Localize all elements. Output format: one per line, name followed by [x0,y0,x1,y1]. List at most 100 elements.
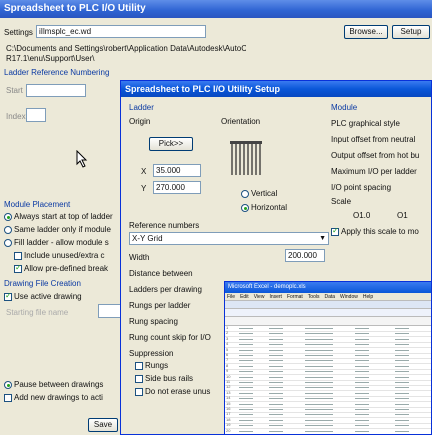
excel-cell-mark [305,360,333,362]
excel-menu-item[interactable]: Edit [240,294,249,300]
allow-predefined-checkbox[interactable]: Allow pre-defined break [14,263,108,273]
excel-cell-mark [355,371,369,373]
rungs-checkbox[interactable]: Rungs [135,361,168,370]
excel-title: Microsoft Excel - demoplc.xls [225,282,431,293]
excel-cell-mark [395,328,409,329]
ladder-section-label: Ladder [129,103,154,112]
excel-menu-item[interactable]: Format [287,294,303,300]
browse-button[interactable]: Browse... [344,25,388,39]
excel-cell-mark [395,382,409,383]
rung-spacing-label: Rung spacing [129,317,178,326]
index-input[interactable] [26,108,46,122]
excel-menu-item[interactable]: File [227,294,235,300]
excel-cell-mark [239,382,253,383]
excel-menu-item[interactable]: Tools [308,294,320,300]
excel-cell-mark [305,338,333,340]
excel-cell-mark [239,360,253,362]
width-input[interactable]: 200.000 [285,249,325,262]
excel-row-number: 9 [226,368,229,374]
settings-label: Settings [4,28,33,37]
excel-cell-mark [269,333,283,335]
scale-option-2[interactable]: O1 [397,211,408,220]
excel-cell-mark [269,387,283,389]
include-unused-checkbox[interactable]: Include unused/extra c [14,251,105,260]
excel-cell-mark [395,387,409,389]
excel-cell-mark [395,349,409,351]
use-active-checkbox[interactable]: Use active drawing [4,291,82,301]
pause-between-radio[interactable]: Pause between drawings [4,380,103,389]
excel-menu-item[interactable]: Insert [269,294,282,300]
ladder-ref-group-label: Ladder Reference Numbering [4,68,110,77]
excel-cell-mark [305,409,333,410]
excel-cell-mark [269,392,283,394]
settings-path-line1: C:\Documents and Settings\robert\Applica… [6,44,246,53]
excel-row[interactable]: 20 [225,428,431,434]
max-io-label: Maximum I/O per ladder [331,167,417,176]
excel-row-number: 8 [226,362,229,368]
excel-cell-mark [355,425,369,427]
excel-menu-item[interactable]: View [254,294,265,300]
radio-icon [4,212,12,221]
excel-cell-mark [395,338,409,340]
excel-cell-mark [269,403,283,405]
excel-cell-mark [239,365,253,367]
placement-option-1[interactable]: Same ladder only if module [4,225,111,234]
excel-cell-mark [269,430,283,432]
excel-cell-mark [355,365,369,367]
radio-icon [241,189,249,198]
horizontal-radio[interactable]: Horizontal [241,203,287,212]
checkbox-icon [135,374,143,383]
drawing-creation-label: Drawing File Creation [4,279,81,288]
save-button[interactable]: Save [88,418,118,432]
add-new-radio[interactable]: Add new drawings to acti [4,393,103,402]
apply-scale-checkbox[interactable]: Apply this scale to mo [331,226,419,236]
excel-cell-mark [355,355,369,356]
scale-option-1[interactable]: O1.0 [353,211,370,220]
plc-graphical-label: PLC graphical style [331,119,400,128]
excel-menu-item[interactable]: Data [324,294,335,300]
side-bus-checkbox[interactable]: Side bus rails [135,374,193,383]
reference-numbers-select[interactable]: X-Y Grid ▼ [129,232,329,245]
excel-cell-mark [355,349,369,351]
vertical-radio[interactable]: Vertical [241,189,277,198]
excel-cell-mark [239,409,253,410]
excel-cell-mark [305,382,333,383]
excel-menu-item[interactable]: Window [340,294,358,300]
excel-formula-bar[interactable] [225,317,431,326]
excel-grid[interactable]: 1 2 3 4 5 6 7 8 9 10 11 12 13 14 15 16 17 18 19 20 [225,325,431,434]
starting-file-label: Starting file name [6,308,69,317]
do-not-erase-checkbox[interactable]: Do not erase unus [135,387,210,396]
origin-x-input[interactable]: 35.000 [153,164,201,177]
starting-file-input[interactable] [98,304,122,318]
setup-button[interactable]: Setup [392,25,430,39]
excel-cell-mark [239,392,253,394]
excel-cell-mark [395,376,409,378]
origin-y-input[interactable]: 270.000 [153,181,201,194]
pick-button[interactable]: Pick>> [149,137,193,151]
checkbox-icon [14,263,22,273]
settings-file-input[interactable]: iIlmsplc_ec.wd [36,25,206,38]
excel-cell-mark [355,333,369,335]
excel-cell-mark [305,387,333,389]
excel-cell-mark [305,371,333,373]
excel-cell-mark [355,344,369,346]
excel-cell-mark [355,414,369,416]
placement-option-0[interactable]: Always start at top of ladder [4,212,113,221]
excel-cell-mark [269,355,283,356]
scale-label: Scale [331,197,352,206]
excel-menu-item[interactable]: Help [363,294,373,300]
excel-row-number: 18 [226,416,231,422]
excel-cell-mark [305,344,333,346]
io-spacing-label: I/O point spacing [331,183,392,192]
excel-cell-mark [355,430,369,432]
excel-cell-mark [305,333,333,335]
excel-cell-mark [269,382,283,383]
excel-cell-mark [239,419,253,421]
placement-option-2[interactable]: Fill ladder - allow module s [4,238,109,247]
start-input[interactable] [26,84,86,97]
width-label: Width [129,253,150,262]
checkbox-icon [14,251,22,260]
excel-cell-mark [305,425,333,427]
excel-cell-mark [395,344,409,346]
excel-row-number: 15 [226,400,231,406]
